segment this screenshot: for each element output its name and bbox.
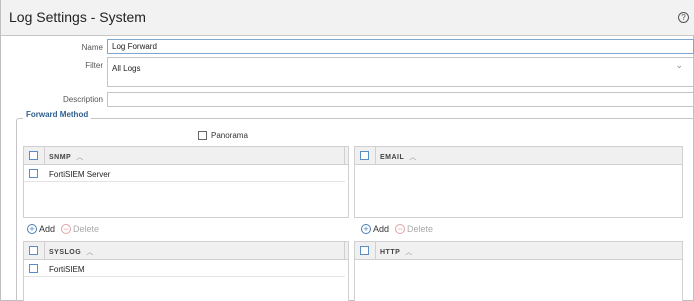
row-checkbox[interactable] — [29, 169, 38, 178]
snmp-delete-button[interactable]: − Delete — [61, 224, 99, 234]
name-value: Log Forward — [112, 42, 157, 51]
email-table: EMAIL ︿ — [354, 146, 683, 218]
table-row[interactable]: FortiSIEM Server — [24, 166, 345, 182]
column-divider — [344, 242, 348, 260]
forward-method-legend: Forward Method — [23, 110, 92, 119]
panorama-checkbox[interactable] — [198, 131, 207, 140]
plus-circle-icon: + — [27, 224, 37, 234]
dialog-title: Log Settings - System — [9, 9, 146, 25]
filter-select[interactable]: All Logs ⌄ — [107, 57, 694, 87]
snmp-column-header[interactable]: SNMP ︿ — [49, 152, 84, 162]
log-settings-dialog: Log Settings - System ? Name Log Forward… — [0, 0, 694, 301]
column-divider — [44, 242, 45, 260]
snmp-table-header: SNMP ︿ — [24, 147, 348, 165]
plus-circle-icon: + — [361, 224, 371, 234]
chevron-up-icon: ︿ — [86, 249, 94, 256]
column-divider — [375, 147, 376, 165]
syslog-table-header: SYSLOG ︿ — [24, 242, 348, 260]
http-column-header[interactable]: HTTP ︿ — [380, 247, 413, 257]
email-delete-button[interactable]: − Delete — [395, 224, 433, 234]
panorama-option[interactable]: Panorama — [198, 131, 248, 140]
snmp-actions: + Add − Delete — [27, 221, 99, 237]
name-label: Name — [81, 43, 103, 52]
chevron-up-icon: ︿ — [405, 249, 413, 256]
minus-circle-icon: − — [61, 224, 72, 234]
snmp-add-button[interactable]: + Add — [27, 224, 55, 234]
row-name: FortiSIEM — [49, 265, 85, 274]
syslog-column-header[interactable]: SYSLOG ︿ — [49, 247, 94, 257]
filter-label: Filter — [85, 61, 103, 70]
row-name: FortiSIEM Server — [49, 170, 111, 179]
description-input[interactable] — [107, 92, 694, 107]
column-divider — [344, 147, 348, 165]
email-column-header[interactable]: EMAIL ︿ — [380, 152, 417, 162]
http-select-all-checkbox[interactable] — [360, 246, 369, 255]
http-table: HTTP ︿ — [354, 241, 683, 301]
chevron-down-icon: ⌄ — [675, 60, 683, 70]
filter-value: All Logs — [112, 64, 141, 73]
help-icon[interactable]: ? — [678, 12, 689, 23]
email-add-button[interactable]: + Add — [361, 224, 389, 234]
description-label: Description — [62, 95, 103, 104]
chevron-up-icon: ︿ — [409, 154, 417, 161]
snmp-select-all-checkbox[interactable] — [29, 151, 38, 160]
dialog-header: Log Settings - System ? — [1, 0, 694, 36]
syslog-table: SYSLOG ︿ FortiSIEM — [23, 241, 349, 301]
http-table-header: HTTP ︿ — [355, 242, 682, 260]
minus-circle-icon: − — [395, 224, 406, 234]
column-divider — [44, 147, 45, 165]
email-actions: + Add − Delete — [361, 221, 433, 237]
column-divider — [375, 242, 376, 260]
chevron-up-icon: ︿ — [76, 154, 84, 161]
snmp-table: SNMP ︿ FortiSIEM Server — [23, 146, 349, 218]
panorama-label: Panorama — [211, 131, 248, 140]
row-checkbox[interactable] — [29, 264, 38, 273]
table-row[interactable]: FortiSIEM — [24, 261, 345, 277]
email-table-header: EMAIL ︿ — [355, 147, 682, 165]
syslog-select-all-checkbox[interactable] — [29, 246, 38, 255]
name-input[interactable]: Log Forward — [107, 39, 694, 54]
email-select-all-checkbox[interactable] — [360, 151, 369, 160]
